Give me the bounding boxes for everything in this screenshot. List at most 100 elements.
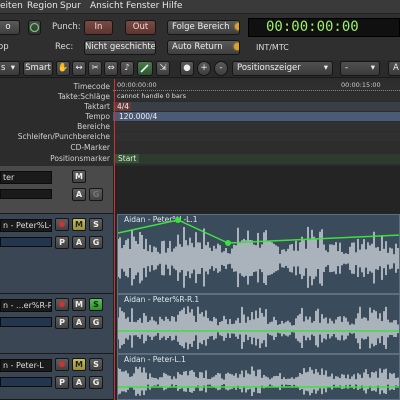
record-toggle[interactable] bbox=[28, 20, 41, 35]
audio-region-2[interactable]: Aidan - Peter%R-R.1 bbox=[117, 294, 400, 354]
start-marker[interactable]: Start bbox=[115, 154, 140, 163]
rec-arm-button-2[interactable] bbox=[55, 298, 69, 311]
draw-tool-button[interactable] bbox=[137, 61, 153, 76]
playlist-button-1[interactable]: P bbox=[55, 236, 69, 249]
tempo-marker[interactable]: 120.000/4 bbox=[115, 112, 161, 121]
ruler-label-tempo: Tempo bbox=[85, 112, 110, 121]
track-name-1[interactable]: n - Peter%L-L bbox=[0, 219, 52, 232]
automation-button-2[interactable]: A bbox=[72, 316, 86, 329]
audition-tool-button[interactable]: ♪ bbox=[120, 61, 134, 76]
auto-return-button[interactable]: Auto Return bbox=[167, 40, 240, 55]
track-header-master[interactable]: ter M A G bbox=[0, 166, 113, 214]
playhead[interactable] bbox=[114, 166, 115, 400]
automation-button-3[interactable]: A bbox=[72, 376, 86, 389]
master-lane bbox=[113, 166, 400, 214]
punch-in-button[interactable]: In bbox=[84, 20, 113, 35]
waveform-2 bbox=[118, 306, 399, 350]
cut-tool-button[interactable]: ✂ bbox=[88, 61, 102, 76]
mute-button-1[interactable]: M bbox=[72, 218, 86, 231]
menu-window[interactable]: Fenster bbox=[126, 1, 159, 11]
sync-source-label[interactable]: INT/MTC bbox=[256, 43, 289, 52]
ruler-label-cd-markers: CD-Marker bbox=[70, 143, 110, 152]
audio-region-1[interactable]: Aidan - Peter%L-L.1 bbox=[117, 214, 400, 294]
zoom-out-icon: - bbox=[219, 63, 223, 73]
nudge-button[interactable]: ● bbox=[180, 61, 194, 76]
menu-view[interactable]: Ansicht bbox=[90, 1, 123, 11]
zoom-focus-combo[interactable]: - ▾ bbox=[340, 61, 380, 76]
solo-button-1[interactable]: S bbox=[89, 218, 103, 231]
track-header-3[interactable]: n - Peter-L M S P A G bbox=[0, 354, 113, 400]
follow-range-led bbox=[234, 23, 239, 30]
group-button-master[interactable]: G bbox=[89, 188, 103, 201]
primary-clock[interactable]: 00:00:00:00 bbox=[248, 18, 400, 37]
zoom-out-button[interactable]: - bbox=[214, 61, 228, 76]
rec-mode-button[interactable]: Nicht geschichtet bbox=[84, 40, 156, 55]
waveform-3 bbox=[118, 366, 399, 396]
rec-arm-button-3[interactable] bbox=[55, 358, 69, 371]
snap-point-value: Positionszeiger bbox=[237, 63, 301, 73]
gain-fader-master[interactable] bbox=[0, 189, 52, 199]
cd-marker-ruler[interactable] bbox=[113, 143, 400, 152]
zoom-in-button[interactable]: + bbox=[197, 61, 211, 76]
playlist-button-2[interactable]: P bbox=[55, 316, 69, 329]
mute-button-2[interactable]: M bbox=[72, 298, 86, 311]
track-name-2[interactable]: n - ...er%R-R bbox=[0, 299, 52, 312]
tempo-ruler[interactable]: 120.000/4 bbox=[113, 112, 400, 121]
gain-fader-2[interactable] bbox=[0, 317, 52, 327]
track-name-3[interactable]: n - Peter-L bbox=[0, 359, 52, 372]
rec-arm-button-1[interactable] bbox=[55, 218, 69, 231]
menu-edit[interactable]: eiten bbox=[0, 1, 23, 11]
gain-control-point[interactable] bbox=[175, 217, 181, 223]
audio-region-3[interactable]: Aidan - Peter-L.1 bbox=[117, 354, 400, 400]
far-right-combo[interactable]: A bbox=[388, 61, 400, 76]
smart-mode-button[interactable]: Smart bbox=[23, 61, 53, 76]
playlist-button-3[interactable]: P bbox=[55, 376, 69, 389]
group-button-1[interactable]: G bbox=[89, 236, 103, 249]
follow-range-button[interactable]: Folge Bereich bbox=[167, 20, 240, 35]
auto-return-label: Auto Return bbox=[172, 42, 223, 52]
automation-button-master[interactable]: A bbox=[72, 188, 86, 201]
menu-help[interactable]: Hilfe bbox=[162, 1, 182, 11]
track-header-2[interactable]: n - ...er%R-R M S P A G bbox=[0, 294, 113, 354]
track-name-master[interactable]: ter bbox=[0, 171, 52, 184]
location-marker-ruler[interactable]: Start bbox=[113, 154, 400, 164]
playhead-ruler bbox=[114, 79, 115, 166]
ranges-ruler[interactable] bbox=[113, 122, 400, 131]
mute-button-master[interactable]: M bbox=[72, 170, 86, 183]
solo-button-3[interactable]: S bbox=[89, 358, 103, 371]
gain-fader-1[interactable] bbox=[0, 237, 52, 247]
gain-fader-3[interactable] bbox=[0, 377, 52, 387]
bbt-ruler[interactable]: cannot handle 0 bars bbox=[113, 92, 400, 101]
track-lane-2: Aidan - Peter%R-R.1 bbox=[113, 294, 400, 354]
gain-control-point[interactable] bbox=[225, 240, 231, 246]
zoom-in-icon: + bbox=[200, 63, 208, 73]
automation-button-1[interactable]: A bbox=[72, 236, 86, 249]
stretch-tool-button[interactable]: ⇔ bbox=[104, 61, 118, 76]
grab-tool-button[interactable]: ✋ bbox=[56, 61, 70, 76]
transport-left-button[interactable]: o bbox=[0, 20, 20, 35]
track-lane-3: Aidan - Peter-L.1 bbox=[113, 354, 400, 400]
menu-track[interactable]: Spur bbox=[60, 1, 81, 11]
content-tool-button[interactable]: ⇲ bbox=[156, 61, 170, 76]
ruler-label-bbt: Takte:Schläge bbox=[57, 92, 110, 101]
rec-label: Rec: bbox=[55, 42, 74, 52]
edit-mode-combo[interactable]: s ▾ bbox=[0, 61, 20, 76]
rulers-area: Timecode Takte:Schläge Taktart Tempo Ber… bbox=[0, 79, 400, 166]
menu-region[interactable]: Region bbox=[27, 1, 58, 11]
loop-punch-ruler[interactable] bbox=[113, 132, 400, 141]
bbt-notice: cannot handle 0 bars bbox=[117, 92, 186, 100]
follow-range-label: Folge Bereich bbox=[172, 22, 230, 32]
meter-ruler[interactable]: 4/4 bbox=[113, 102, 400, 111]
speaker-icon: ♪ bbox=[124, 63, 130, 73]
meter-marker[interactable]: 4/4 bbox=[115, 102, 132, 111]
track-header-1[interactable]: n - Peter%L-L M S P A G bbox=[0, 214, 113, 294]
group-button-2[interactable]: G bbox=[89, 316, 103, 329]
snap-point-combo[interactable]: Positionszeiger ▾ bbox=[232, 61, 333, 76]
mute-button-3[interactable]: M bbox=[72, 358, 86, 371]
range-tool-button[interactable]: ↔ bbox=[72, 61, 86, 76]
solo-button-2[interactable]: S bbox=[89, 298, 103, 311]
timecode-ticks bbox=[113, 87, 400, 91]
chevron-down-icon: ▾ bbox=[10, 63, 15, 73]
punch-out-button[interactable]: Out bbox=[125, 20, 156, 35]
group-button-3[interactable]: G bbox=[89, 376, 103, 389]
